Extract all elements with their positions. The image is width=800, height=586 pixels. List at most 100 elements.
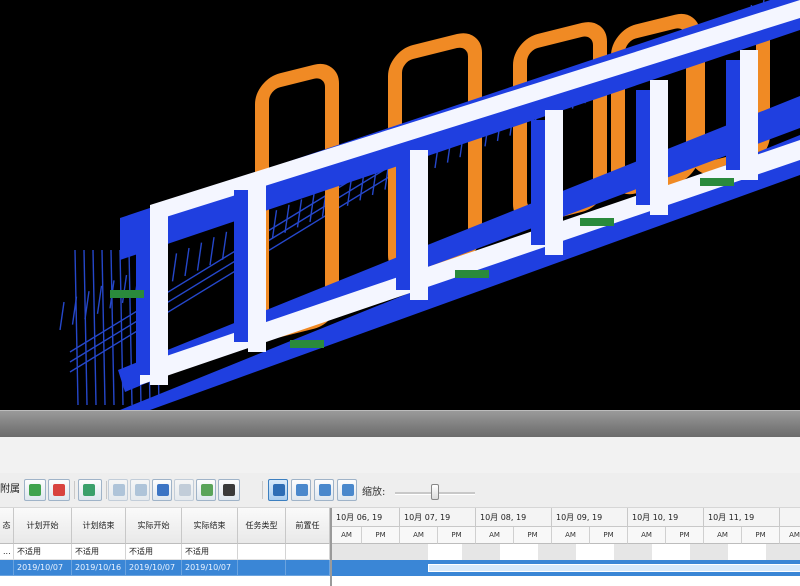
frame-column bbox=[410, 150, 428, 300]
table-cell: 不适用 bbox=[182, 544, 238, 560]
gantt-day-header: 10月 10, 19 bbox=[628, 508, 704, 527]
column-header-status[interactable]: 态 bbox=[0, 508, 14, 544]
column-header-predecessor[interactable]: 前置任 bbox=[286, 508, 330, 544]
rebar-line bbox=[309, 193, 315, 223]
paste-icon bbox=[135, 484, 147, 496]
rebar-line bbox=[92, 249, 97, 406]
column-header-actual-end[interactable]: 实际结束 bbox=[182, 508, 238, 544]
zoom-label: 缩放: bbox=[362, 487, 386, 498]
view-year-icon bbox=[342, 484, 354, 496]
chart-down-icon bbox=[83, 484, 95, 496]
column-header-planned-start[interactable]: 计划开始 bbox=[14, 508, 72, 544]
table-cell bbox=[238, 560, 286, 576]
timeliner-panel: 附属▾ 缩放: 态 计划开始 计划结束 实际开始 实际结束 任务类型 前置任 .… bbox=[0, 437, 800, 586]
pane-splitter[interactable] bbox=[0, 410, 800, 438]
timeliner-toolbar: 附属▾ 缩放: bbox=[0, 473, 800, 517]
gantt-day-header: 10月 07, 19 bbox=[400, 508, 476, 527]
table-cell bbox=[286, 560, 330, 576]
rebar-line bbox=[59, 301, 65, 331]
gantt-day-header: 10月 06, 19 bbox=[332, 508, 400, 527]
view-week-button[interactable] bbox=[291, 479, 311, 501]
green-anchor bbox=[580, 218, 614, 226]
view-month-button[interactable] bbox=[314, 479, 334, 501]
gantt-pm-label: PM bbox=[666, 527, 704, 544]
table-cell: 2019/10/07 bbox=[126, 560, 182, 576]
view-year-button[interactable] bbox=[337, 479, 357, 501]
gantt-pm-label: PM bbox=[742, 527, 780, 544]
gantt-am-label: AM bbox=[476, 527, 514, 544]
rebar-line bbox=[196, 242, 203, 271]
outdent-icon bbox=[179, 484, 191, 496]
column-menu-button[interactable] bbox=[218, 479, 240, 501]
link-button[interactable] bbox=[48, 479, 70, 501]
gantt-nonwork-shade bbox=[332, 544, 428, 560]
green-anchor bbox=[290, 340, 324, 348]
task-grid: 态 计划开始 计划结束 实际开始 实际结束 任务类型 前置任 ... 不适用 不… bbox=[0, 508, 330, 586]
frame-column bbox=[545, 110, 563, 255]
view-day-icon bbox=[273, 484, 285, 496]
column-header-planned-end[interactable]: 计划结束 bbox=[72, 508, 126, 544]
rebar-line bbox=[83, 249, 88, 406]
table-cell: 2019/10/07 bbox=[14, 560, 72, 576]
building-3d-model bbox=[59, 0, 800, 410]
zoom-slider-thumb[interactable] bbox=[431, 484, 439, 500]
refresh-button[interactable] bbox=[24, 479, 46, 501]
gantt-nonwork-shade bbox=[766, 544, 800, 560]
check-button[interactable] bbox=[196, 479, 216, 501]
gantt-nonwork-shade bbox=[462, 544, 500, 560]
frame-column-face bbox=[726, 60, 740, 170]
gantt-task-bar[interactable] bbox=[428, 564, 800, 572]
column-header-actual-start[interactable]: 实际开始 bbox=[126, 508, 182, 544]
gantt-am-label: AM bbox=[332, 527, 362, 544]
indent-button[interactable] bbox=[152, 479, 172, 501]
frame-column-face bbox=[234, 190, 248, 342]
table-cell: 2019/10/07 bbox=[182, 560, 238, 576]
check-icon bbox=[201, 484, 213, 496]
view-month-icon bbox=[319, 484, 331, 496]
gantt-am-label: AM bbox=[780, 527, 800, 544]
table-cell bbox=[0, 560, 14, 576]
table-cell bbox=[286, 544, 330, 560]
table-cell: 不适用 bbox=[14, 544, 72, 560]
gantt-am-label: AM bbox=[552, 527, 590, 544]
gantt-pm-label: PM bbox=[514, 527, 552, 544]
gantt-pm-label: PM bbox=[362, 527, 400, 544]
rebar-line bbox=[101, 249, 106, 406]
gantt-nonwork-shade bbox=[614, 544, 652, 560]
rebar-line bbox=[184, 247, 190, 277]
gantt-nonwork-shade bbox=[690, 544, 728, 560]
gantt-pm-label: PM bbox=[590, 527, 628, 544]
column-header-task-type[interactable]: 任务类型 bbox=[238, 508, 286, 544]
gantt-chart[interactable]: 10月 06, 19 10月 07, 19 10月 08, 19 10月 09,… bbox=[330, 508, 800, 586]
frame-column-face bbox=[636, 90, 650, 205]
gantt-am-label: AM bbox=[628, 527, 666, 544]
gantt-day-header: 10月 08, 19 bbox=[476, 508, 552, 527]
rebar-line bbox=[121, 274, 128, 304]
rebar-line bbox=[221, 231, 228, 260]
rebar-line bbox=[96, 285, 103, 314]
outdent-button[interactable] bbox=[174, 479, 194, 501]
gantt-day-header: 10月 09, 19 bbox=[552, 508, 628, 527]
frame-column bbox=[740, 50, 758, 180]
gantt-pm-label: PM bbox=[438, 527, 476, 544]
rebar-line bbox=[110, 249, 115, 406]
paste-button[interactable] bbox=[130, 479, 150, 501]
mode-dropdown[interactable]: 附属▾ bbox=[0, 479, 24, 517]
rebar-line bbox=[209, 237, 215, 266]
mode-dropdown-label: 附属 bbox=[0, 484, 20, 495]
link-icon bbox=[53, 484, 65, 496]
table-cell: 不适用 bbox=[72, 544, 126, 560]
gantt-nonwork-shade bbox=[538, 544, 576, 560]
copy-button[interactable] bbox=[108, 479, 128, 501]
gantt-am-label: AM bbox=[400, 527, 438, 544]
3d-model-viewport[interactable] bbox=[0, 0, 800, 410]
copy-icon bbox=[113, 484, 125, 496]
chart-down-button[interactable] bbox=[78, 479, 102, 501]
indent-icon bbox=[157, 484, 169, 496]
rebar-line bbox=[74, 249, 79, 406]
refresh-icon bbox=[29, 484, 41, 496]
frame-column bbox=[650, 80, 668, 215]
frame-column-face bbox=[396, 160, 410, 290]
table-cell: 2019/10/16 bbox=[72, 560, 126, 576]
view-day-button[interactable] bbox=[268, 479, 288, 501]
